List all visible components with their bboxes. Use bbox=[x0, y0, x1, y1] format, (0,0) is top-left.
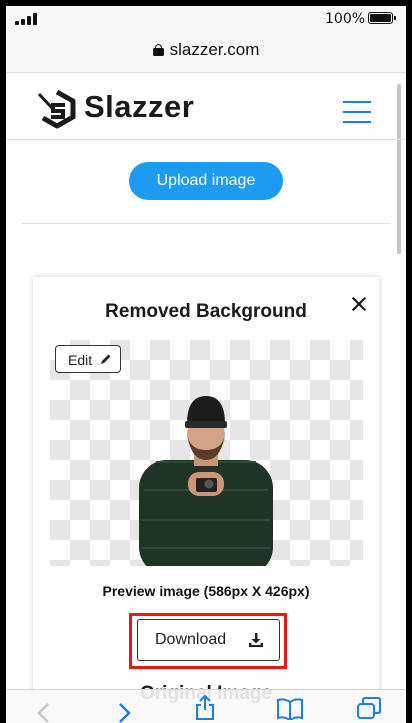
section-divider bbox=[21, 223, 391, 224]
result-preview-image bbox=[50, 340, 363, 566]
close-icon[interactable] bbox=[350, 295, 368, 313]
browser-toolbar bbox=[6, 689, 406, 723]
person-cutout bbox=[139, 396, 273, 566]
phone-screen: 100% slazzer.com Slazzer Upload image Re… bbox=[6, 6, 406, 723]
upload-image-button[interactable]: Upload image bbox=[129, 162, 283, 200]
battery-icon bbox=[368, 12, 396, 24]
tabs-icon[interactable] bbox=[356, 696, 382, 720]
download-button[interactable]: Download bbox=[137, 619, 280, 661]
slazzer-logo-icon[interactable] bbox=[37, 89, 79, 131]
battery-percent: 100% bbox=[325, 11, 366, 27]
logo-text[interactable]: Slazzer bbox=[84, 89, 194, 125]
card-title: Removed Background bbox=[105, 301, 307, 322]
forward-icon[interactable] bbox=[118, 702, 132, 723]
removed-background-card: Removed Background Edit Preview image (5… bbox=[33, 277, 379, 723]
edit-label: Edit bbox=[68, 352, 93, 368]
share-icon[interactable] bbox=[194, 694, 216, 720]
address-bar[interactable]: slazzer.com bbox=[6, 32, 406, 73]
download-icon bbox=[249, 633, 263, 647]
pencil-icon bbox=[101, 354, 111, 364]
lock-icon bbox=[152, 44, 164, 56]
download-label: Download bbox=[155, 631, 227, 648]
site-header: Slazzer bbox=[6, 73, 406, 140]
signal-icon bbox=[15, 13, 37, 25]
edit-button[interactable]: Edit bbox=[55, 345, 121, 373]
bookmarks-icon[interactable] bbox=[276, 698, 304, 720]
menu-icon[interactable] bbox=[343, 101, 371, 123]
back-icon[interactable] bbox=[36, 702, 50, 723]
preview-caption: Preview image (586px X 426px) bbox=[102, 583, 310, 599]
url-text: slazzer.com bbox=[169, 40, 260, 59]
status-bar: 100% bbox=[6, 6, 406, 32]
url-display[interactable]: slazzer.com bbox=[6, 40, 406, 60]
